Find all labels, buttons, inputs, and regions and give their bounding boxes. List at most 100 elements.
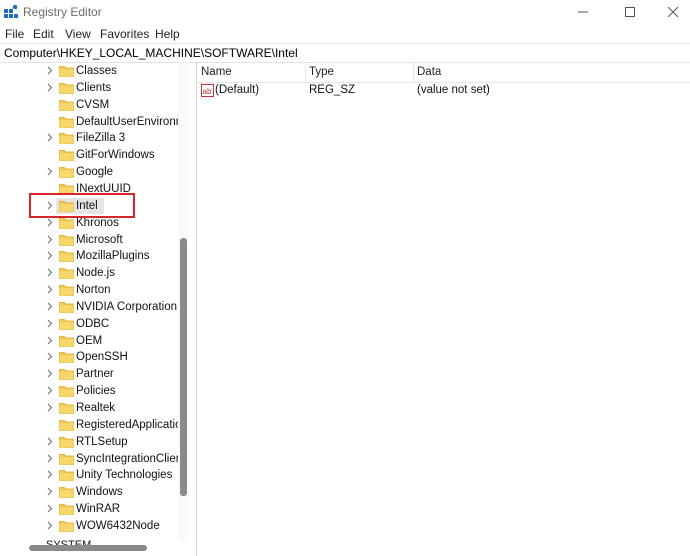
folder-icon (59, 352, 74, 364)
tree-item[interactable]: Partner (0, 366, 178, 383)
tree-horizontal-scroll-thumb[interactable] (29, 545, 147, 551)
tree-item[interactable]: CVSM (0, 97, 178, 114)
tree-item[interactable]: Policies (0, 383, 178, 400)
tree-item[interactable]: Google (0, 164, 178, 181)
chevron-right-icon[interactable] (45, 487, 54, 496)
column-divider[interactable] (305, 62, 306, 82)
tree-item-label: Unity Technologies (76, 469, 173, 482)
column-header-type[interactable]: Type (309, 66, 334, 78)
minimize-button[interactable] (560, 0, 606, 24)
tree-item[interactable]: Unity Technologies (0, 467, 178, 484)
tree-item[interactable]: MozillaPlugins (0, 248, 178, 265)
chevron-right-icon[interactable] (45, 302, 54, 311)
chevron-right-icon[interactable] (45, 336, 54, 345)
tree-item-label: SyncIntegrationClient (76, 452, 186, 465)
chevron-right-icon[interactable] (45, 285, 54, 294)
title-bar: Registry Editor (0, 0, 690, 24)
chevron-right-icon[interactable] (45, 454, 54, 463)
folder-icon (59, 150, 74, 162)
tree-item[interactable]: DefaultUserEnvironm (0, 114, 185, 131)
chevron-right-icon[interactable] (45, 521, 54, 530)
tree-item[interactable]: OEM (0, 333, 178, 350)
tree-item[interactable]: SyncIntegrationClient (0, 451, 185, 468)
tree-item[interactable]: Norton (0, 282, 178, 299)
menu-favorites[interactable]: Favorites (100, 27, 149, 41)
tree-item[interactable]: GitForWindows (0, 147, 178, 164)
tree-item[interactable]: NVIDIA Corporation (0, 299, 178, 316)
folder-icon (59, 436, 74, 448)
values-list-header: Name Type Data (197, 62, 690, 83)
tree-item-label: Partner (76, 368, 114, 381)
tree-item[interactable]: Realtek (0, 400, 178, 417)
tree-item-label: Microsoft (76, 233, 123, 246)
tree-item[interactable]: Microsoft (0, 232, 178, 249)
address-bar[interactable]: Computer\HKEY_LOCAL_MACHINE\SOFTWARE\Int… (0, 43, 690, 63)
close-button[interactable] (650, 0, 690, 24)
highlight-box (29, 193, 135, 218)
folder-icon (59, 167, 74, 178)
maximize-button[interactable] (607, 0, 653, 24)
chevron-right-icon[interactable] (45, 133, 54, 142)
folder-icon (59, 386, 74, 398)
tree-item[interactable]: Node.js (0, 265, 178, 282)
value-row[interactable]: ab (Default) REG_SZ (value not set) (197, 82, 690, 100)
registry-editor-icon (4, 5, 18, 18)
tree-item[interactable]: Windows (0, 484, 178, 501)
tree-item[interactable]: Clients (0, 80, 178, 97)
chevron-right-icon[interactable] (45, 369, 54, 378)
tree-item-label: Classes (76, 65, 117, 77)
tree-item[interactable]: Classes (0, 63, 178, 80)
tree-item-label: WinRAR (76, 503, 121, 516)
string-value-icon: ab (201, 84, 214, 97)
tree-item[interactable]: RTLSetup (0, 434, 178, 451)
menu-file[interactable]: File (5, 27, 24, 41)
chevron-right-icon[interactable] (45, 352, 54, 361)
chevron-right-icon[interactable] (45, 251, 54, 260)
tree-item[interactable]: ODBC (0, 316, 178, 333)
chevron-right-icon[interactable] (45, 386, 54, 395)
column-header-data[interactable]: Data (417, 66, 441, 78)
chevron-right-icon[interactable] (45, 470, 54, 479)
tree-item[interactable]: WinRAR (0, 501, 178, 518)
folder-icon (59, 487, 74, 499)
menu-help[interactable]: Help (155, 27, 180, 41)
tree-item-label: NVIDIA Corporation (76, 300, 177, 313)
tree-item[interactable]: OpenSSH (0, 349, 178, 366)
menu-view[interactable]: View (65, 27, 91, 41)
pane-splitter[interactable] (196, 62, 197, 556)
chevron-right-icon[interactable] (45, 268, 54, 277)
tree-item-label: CVSM (76, 98, 110, 111)
address-path: Computer\HKEY_LOCAL_MACHINE\SOFTWARE\Int… (4, 46, 298, 60)
value-data: (value not set) (417, 84, 490, 96)
tree-item-label: OEM (76, 334, 103, 347)
folder-icon (59, 369, 74, 381)
menu-edit[interactable]: Edit (33, 27, 54, 41)
chevron-right-icon[interactable] (45, 66, 54, 75)
folder-icon (59, 217, 74, 229)
chevron-right-icon[interactable] (45, 83, 54, 92)
chevron-right-icon[interactable] (45, 504, 54, 513)
tree-item[interactable]: FileZilla 3 (0, 130, 178, 147)
folder-icon (59, 403, 74, 414)
chevron-right-icon[interactable] (45, 403, 54, 412)
tree-item[interactable]: WOW6432Node (0, 518, 178, 535)
tree-item-label: MozillaPlugins (76, 250, 150, 263)
column-divider[interactable] (413, 62, 414, 82)
chevron-right-icon[interactable] (45, 319, 54, 328)
folder-icon (59, 419, 74, 431)
window-title: Registry Editor (23, 5, 102, 19)
chevron-right-icon[interactable] (45, 437, 54, 446)
column-header-name[interactable]: Name (201, 66, 232, 78)
chevron-right-icon[interactable] (45, 218, 54, 227)
value-type: REG_SZ (309, 84, 356, 96)
tree-item-label: DefaultUserEnvironm (76, 115, 186, 128)
tree-vertical-scroll-thumb[interactable] (180, 238, 187, 496)
folder-icon (59, 116, 74, 128)
chevron-right-icon[interactable] (45, 167, 54, 176)
chevron-right-icon[interactable] (45, 235, 54, 244)
tree-item[interactable]: RegisteredApplication (0, 417, 188, 434)
folder-icon (59, 335, 74, 347)
folder-icon (59, 318, 74, 330)
close-icon (668, 7, 678, 17)
svg-text:ab: ab (203, 87, 212, 96)
